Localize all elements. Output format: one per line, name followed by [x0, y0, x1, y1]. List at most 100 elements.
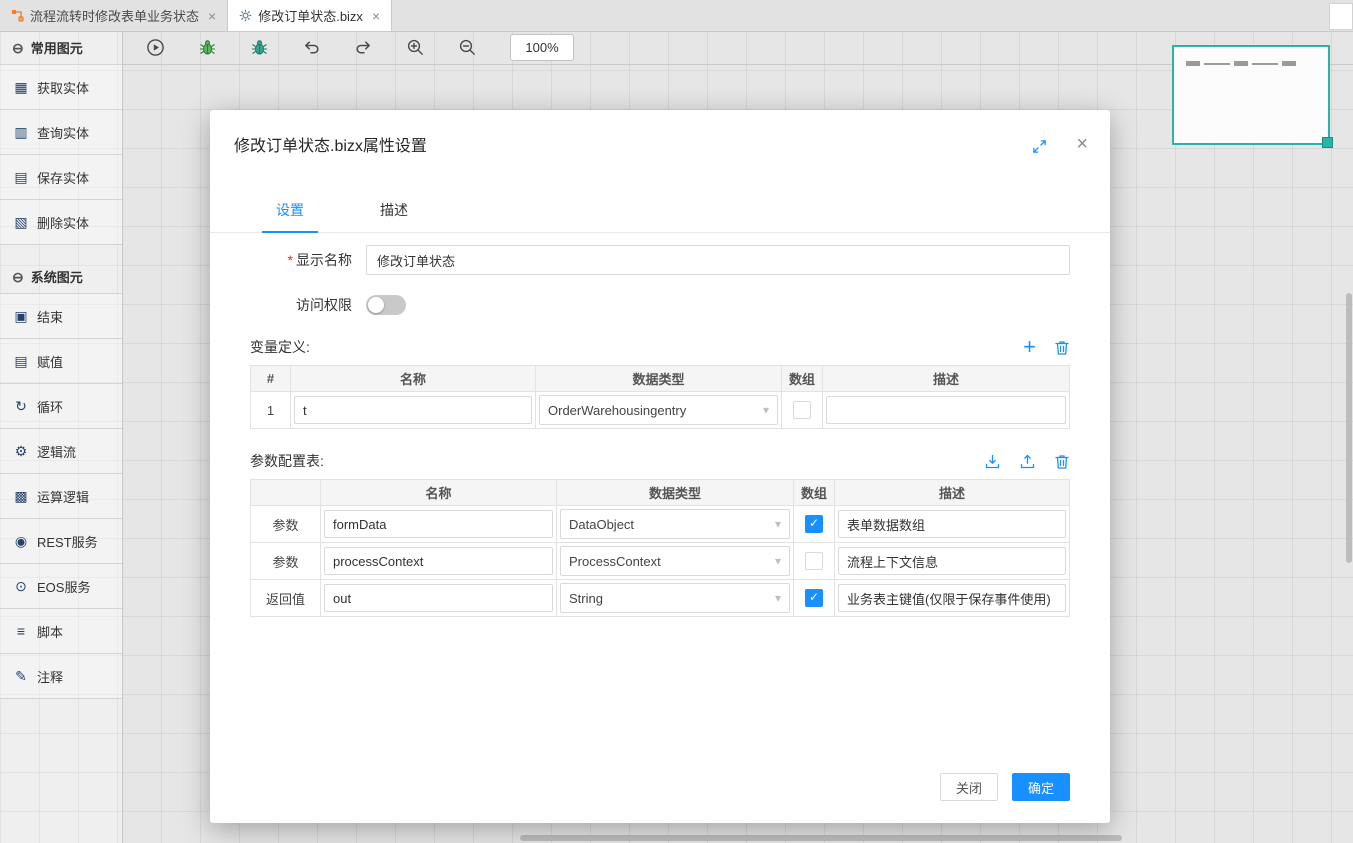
- tab-modify-order-status[interactable]: 修改订单状态.bizx ×: [228, 0, 392, 31]
- fullscreen-icon[interactable]: [1032, 139, 1047, 154]
- palette-item-label: 逻辑流: [37, 442, 76, 461]
- palette-sidebar: ⊖ 常用图元 ▦ 获取实体 ▥ 查询实体 ▤ 保存实体 ▧ 删除实体 ⊖ 系统图…: [0, 31, 123, 843]
- minimap-resize-handle[interactable]: [1322, 137, 1333, 148]
- corner-button[interactable]: [1329, 3, 1353, 30]
- param-desc-input[interactable]: [838, 547, 1066, 575]
- script-icon: ≡: [13, 624, 29, 638]
- variable-type-select[interactable]: OrderWarehousingentry ▾: [539, 395, 778, 425]
- palette-item-label: 保存实体: [37, 168, 89, 187]
- comment-icon: ✎: [13, 669, 29, 683]
- col-name: 名称: [291, 366, 536, 392]
- tab-description[interactable]: 描述: [342, 190, 446, 232]
- param-row: 参数 DataObject ▾: [251, 506, 1070, 543]
- delete-param-icon[interactable]: [1054, 453, 1070, 470]
- palette-group-common[interactable]: ⊖ 常用图元: [0, 31, 122, 65]
- zoom-in-icon[interactable]: [406, 38, 425, 57]
- param-type-select[interactable]: DataObject ▾: [560, 509, 790, 539]
- canvas-toolbar: 100%: [122, 31, 1353, 65]
- undo-icon[interactable]: [302, 38, 321, 57]
- tab-bar: 流程流转时修改表单业务状态 × 修改订单状态.bizx ×: [0, 0, 1353, 32]
- redo-icon[interactable]: [354, 38, 373, 57]
- palette-item-assign[interactable]: ▤ 赋值: [0, 339, 122, 384]
- col-type: 数据类型: [536, 366, 782, 392]
- close-button[interactable]: 关闭: [940, 773, 998, 801]
- palette-item-delete-entity[interactable]: ▧ 删除实体: [0, 200, 122, 245]
- palette-group-system[interactable]: ⊖ 系统图元: [0, 260, 122, 294]
- group-label: 常用图元: [31, 38, 83, 57]
- params-title: 参数配置表:: [250, 451, 324, 471]
- horizontal-scrollbar[interactable]: [520, 835, 1122, 841]
- variables-section-header: 变量定义: +: [250, 337, 1070, 357]
- param-name-input[interactable]: [324, 510, 553, 538]
- palette-item-save-entity[interactable]: ▤ 保存实体: [0, 155, 122, 200]
- palette-item-eos-service[interactable]: ⊙ EOS服务: [0, 564, 122, 609]
- debug-config-icon[interactable]: [250, 38, 269, 57]
- chevron-down-icon: ▾: [775, 517, 781, 531]
- logic-flow-icon: ⚙: [13, 444, 29, 458]
- minimap[interactable]: [1172, 45, 1330, 145]
- param-row: 参数 ProcessContext ▾: [251, 543, 1070, 580]
- variable-name-input[interactable]: [294, 396, 532, 424]
- col-array: 数组: [782, 366, 823, 392]
- ok-button[interactable]: 确定: [1012, 773, 1070, 801]
- col-name: 名称: [321, 480, 557, 506]
- eos-service-icon: ⊙: [13, 579, 29, 593]
- param-row: 返回值 String ▾: [251, 580, 1070, 617]
- palette-item-script[interactable]: ≡ 脚本: [0, 609, 122, 654]
- palette-group-gap: [0, 245, 122, 260]
- run-icon[interactable]: [146, 38, 165, 57]
- debug-icon[interactable]: [198, 38, 217, 57]
- tab-settings[interactable]: 设置: [238, 190, 342, 232]
- close-icon[interactable]: ×: [208, 9, 216, 23]
- variable-desc-input[interactable]: [826, 396, 1066, 424]
- array-checkbox[interactable]: [805, 552, 823, 570]
- param-name-input[interactable]: [324, 584, 553, 612]
- query-entity-icon: ▥: [13, 125, 29, 139]
- palette-item-label: 查询实体: [37, 123, 89, 142]
- palette-item-end[interactable]: ▣ 结束: [0, 294, 122, 339]
- close-icon[interactable]: ×: [372, 9, 380, 23]
- param-desc-input[interactable]: [838, 510, 1066, 538]
- params-section-header: 参数配置表:: [250, 451, 1070, 471]
- param-kind: 返回值: [251, 580, 321, 617]
- array-checkbox[interactable]: [793, 401, 811, 419]
- col-kind: [251, 480, 321, 506]
- params-table: 名称 数据类型 数组 描述 参数 DataObject ▾ 参: [250, 479, 1070, 617]
- zoom-out-icon[interactable]: [458, 38, 477, 57]
- palette-item-loop[interactable]: ↻ 循环: [0, 384, 122, 429]
- display-name-input[interactable]: [366, 245, 1070, 275]
- dialog-tabs: 设置 描述: [210, 190, 1110, 233]
- vertical-scrollbar[interactable]: [1346, 293, 1352, 563]
- col-index: #: [251, 366, 291, 392]
- access-toggle[interactable]: [366, 295, 406, 315]
- palette-item-get-entity[interactable]: ▦ 获取实体: [0, 65, 122, 110]
- param-name-input[interactable]: [324, 547, 553, 575]
- param-desc-input[interactable]: [838, 584, 1066, 612]
- palette-item-comment[interactable]: ✎ 注释: [0, 654, 122, 699]
- loop-icon: ↻: [13, 399, 29, 413]
- param-type-select[interactable]: String ▾: [560, 583, 790, 613]
- gear-icon: [239, 9, 252, 22]
- col-desc: 描述: [823, 366, 1070, 392]
- collapse-icon: ⊖: [12, 41, 24, 55]
- access-row: 访问权限: [250, 295, 1070, 315]
- param-type-select[interactable]: ProcessContext ▾: [560, 546, 790, 576]
- palette-item-label: 脚本: [37, 622, 63, 641]
- zoom-level[interactable]: 100%: [510, 34, 574, 61]
- export-params-icon[interactable]: [1019, 453, 1036, 470]
- add-variable-icon[interactable]: +: [1023, 339, 1036, 355]
- array-checkbox[interactable]: [805, 515, 823, 533]
- delete-variable-icon[interactable]: [1054, 339, 1070, 356]
- close-icon[interactable]: ×: [1076, 134, 1088, 154]
- palette-item-query-entity[interactable]: ▥ 查询实体: [0, 110, 122, 155]
- display-name-row: *显示名称: [250, 245, 1070, 275]
- palette-item-label: REST服务: [37, 532, 98, 551]
- tab-flow-process[interactable]: 流程流转时修改表单业务状态 ×: [0, 0, 228, 31]
- save-entity-icon: ▤: [13, 170, 29, 184]
- palette-item-rest-service[interactable]: ◉ REST服务: [0, 519, 122, 564]
- palette-item-label: 循环: [37, 397, 63, 416]
- palette-item-logic-flow[interactable]: ⚙ 逻辑流: [0, 429, 122, 474]
- palette-item-compute-logic[interactable]: ▩ 运算逻辑: [0, 474, 122, 519]
- array-checkbox[interactable]: [805, 589, 823, 607]
- import-params-icon[interactable]: [984, 453, 1001, 470]
